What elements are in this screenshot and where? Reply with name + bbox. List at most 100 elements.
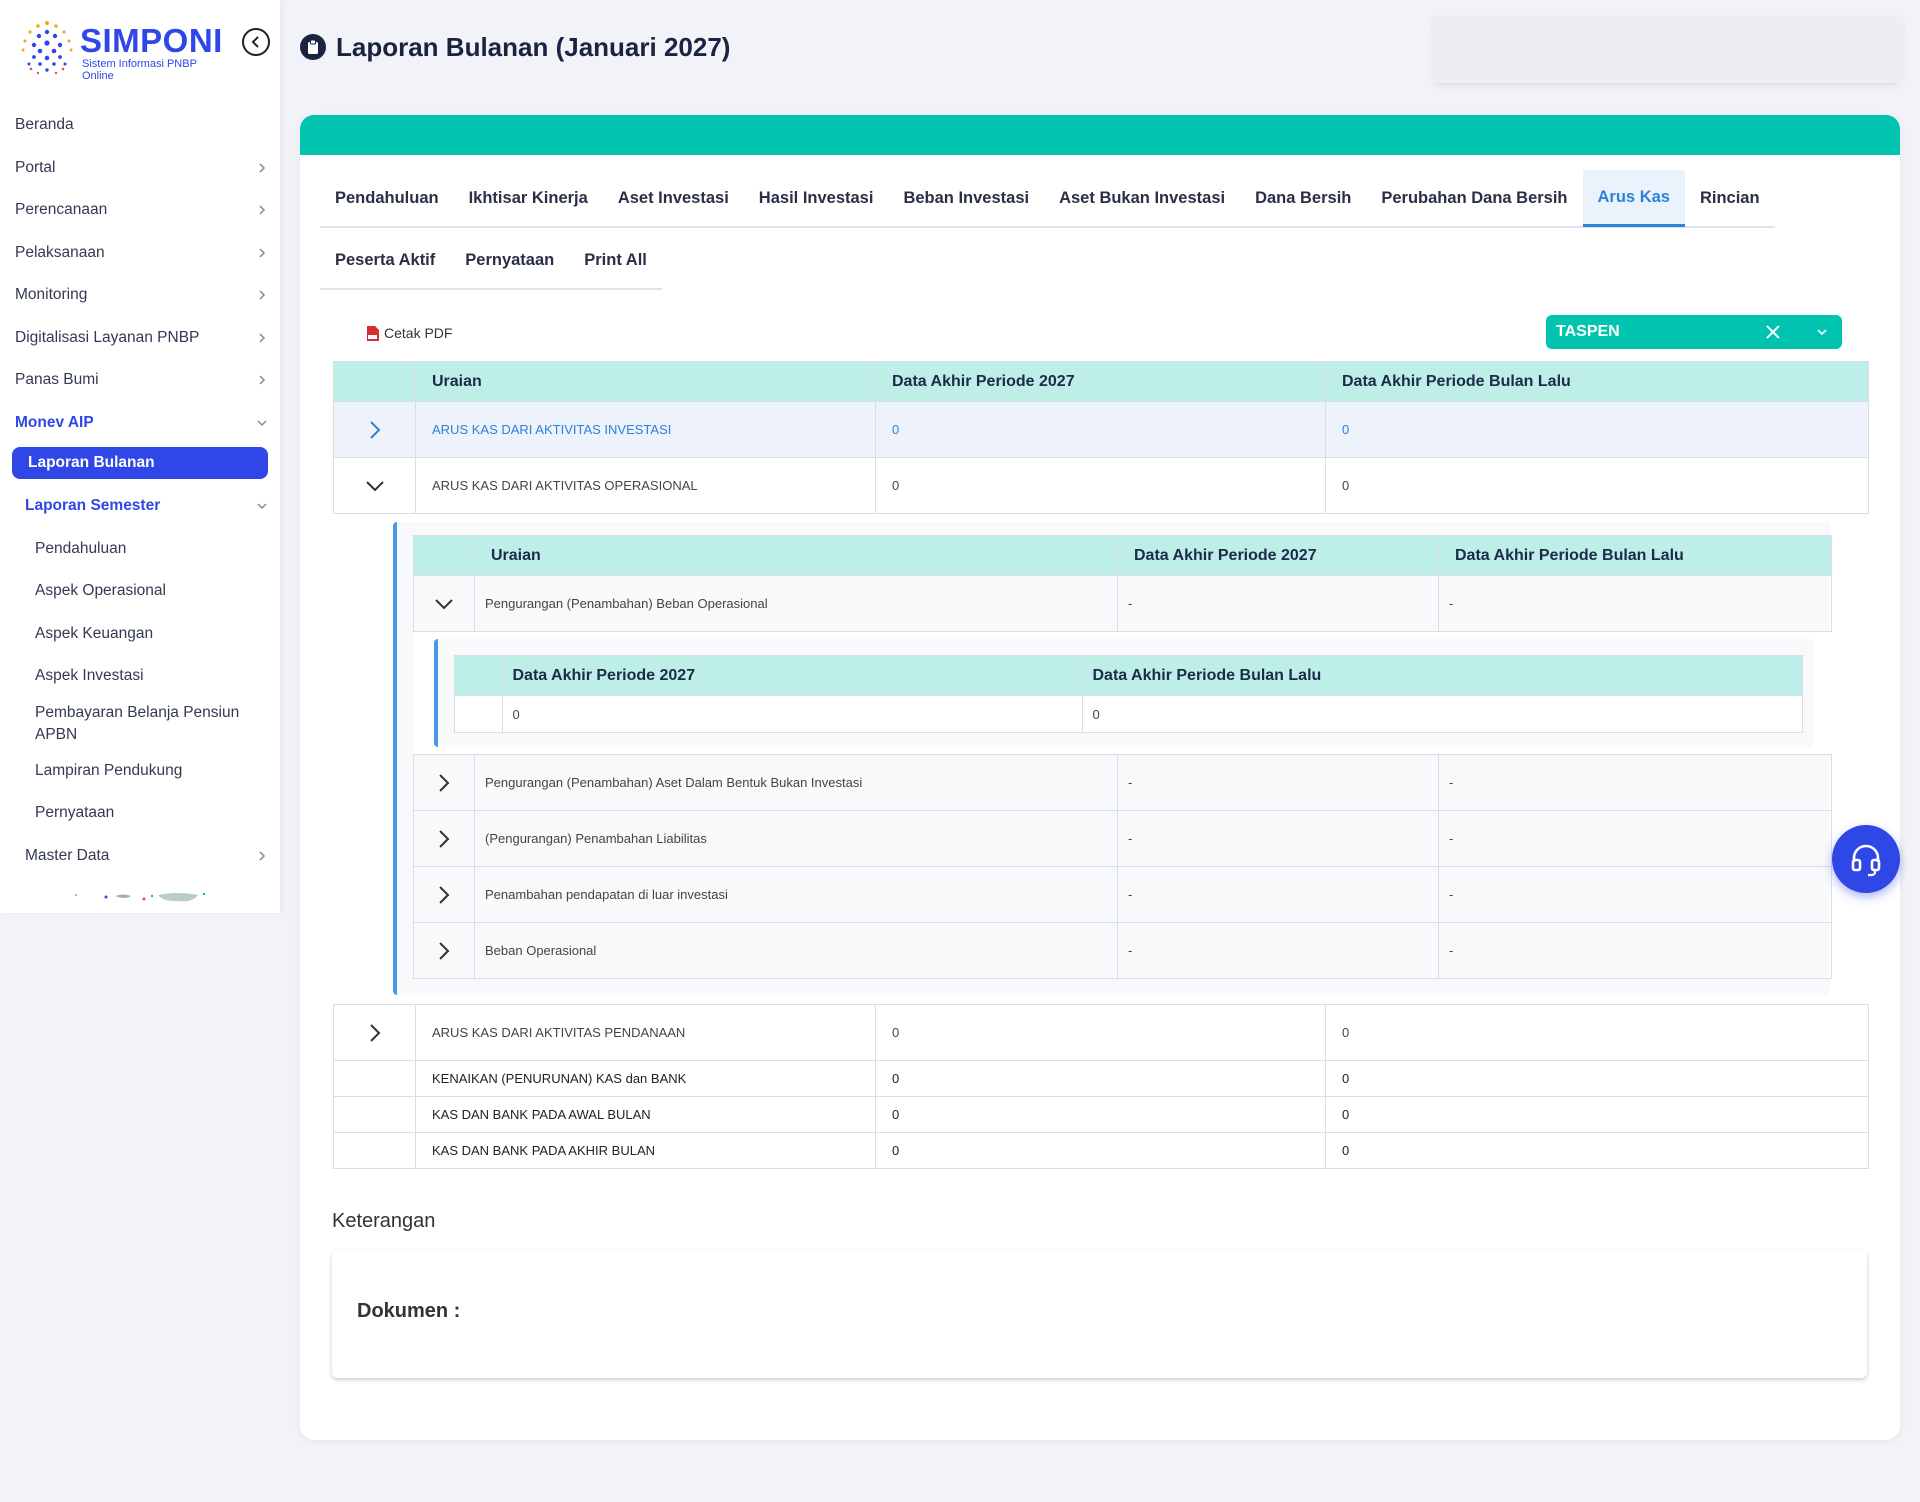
brand-subtitle: Sistem Informasi PNBP Online: [82, 58, 197, 82]
chevron-right-icon: [369, 1023, 380, 1042]
page-title: Laporan Bulanan (Januari 2027): [336, 31, 731, 62]
table-cell-previous: 0: [1325, 401, 1869, 458]
sidebar-item-aspek-investasi[interactable]: Aspek Investasi: [0, 655, 280, 698]
clear-icon[interactable]: [1764, 323, 1782, 341]
table-row: KAS DAN BANK PADA AWAL BULAN 0 0: [333, 1096, 1869, 1133]
user-profile-box[interactable]: [1430, 15, 1905, 83]
table-header-previous: Data Akhir Periode Bulan Lalu: [1325, 361, 1869, 402]
tab-arus-kas[interactable]: Arus Kas: [1582, 170, 1685, 227]
tab-hasil-investasi[interactable]: Hasil Investasi: [744, 170, 889, 226]
expand-toggle[interactable]: [333, 1004, 416, 1061]
table-cell-uraian[interactable]: Pengurangan (Penambahan) Beban Operasion…: [474, 575, 1118, 632]
tab-peserta-aktif[interactable]: Peserta Aktif: [320, 232, 450, 288]
sidebar-item-lampiran-pendukung[interactable]: Lampiran Pendukung: [0, 750, 280, 793]
inner-header-blank: [453, 655, 503, 696]
table-cell-uraian[interactable]: ARUS KAS DARI AKTIVITAS INVESTASI: [415, 401, 876, 458]
table-row: ARUS KAS DARI AKTIVITAS INVESTASI 0 0: [333, 401, 1869, 458]
sidebar-item-perencanaan[interactable]: Perencanaan: [0, 189, 280, 232]
table-cell-uraian: KAS DAN BANK PADA AKHIR BULAN: [415, 1132, 876, 1169]
tab-beban-investasi[interactable]: Beban Investasi: [888, 170, 1044, 226]
simponi-logo[interactable]: SIMPONI Sistem Informasi PNBP Online: [18, 18, 228, 82]
chevron-right-icon: [259, 163, 266, 173]
sidebar-item-label: Monev AIP: [15, 413, 94, 431]
arus-kas-table-continued: ARUS KAS DARI AKTIVITAS PENDANAAN 0 0 KE…: [333, 1004, 1869, 1169]
table-cell-uraian[interactable]: ARUS KAS DARI AKTIVITAS PENDANAAN: [415, 1004, 876, 1061]
nested-table: Uraian Data Akhir Periode 2027 Data Akhi…: [413, 535, 1832, 979]
inner-detail-row: Data Akhir Periode 2027 Data Akhir Perio…: [413, 631, 1832, 755]
table-cell-previous: 0: [1325, 1132, 1869, 1169]
tab-aset-bukan-investasi[interactable]: Aset Bukan Investasi: [1044, 170, 1240, 226]
tab-print-all[interactable]: Print All: [569, 232, 662, 288]
nested-header-current: Data Akhir Periode 2027: [1117, 535, 1439, 576]
dokumen-label: Dokumen :: [357, 1300, 461, 1322]
table-cell-uraian[interactable]: (Pengurangan) Penambahan Liabilitas: [474, 810, 1118, 867]
expand-toggle[interactable]: [413, 922, 475, 979]
cetak-pdf-button[interactable]: Cetak PDF: [366, 325, 452, 341]
nested-header-previous: Data Akhir Periode Bulan Lalu: [1438, 535, 1832, 576]
headset-icon: [1851, 844, 1881, 877]
sidebar-item-label: Aspek Keuangan: [35, 624, 154, 642]
inner-detail-panel: Data Akhir Periode 2027 Data Akhir Perio…: [433, 639, 1814, 747]
sidebar-item-aspek-operasional[interactable]: Aspek Operasional: [0, 570, 280, 613]
table-cell-current: -: [1117, 866, 1439, 923]
tab-pendahuluan[interactable]: Pendahuluan: [320, 170, 454, 226]
tab-bar-row1: Pendahuluan Ikhtisar Kinerja Aset Invest…: [320, 170, 1775, 228]
main-card: Pendahuluan Ikhtisar Kinerja Aset Invest…: [300, 115, 1900, 1440]
tab-aset-investasi[interactable]: Aset Investasi: [603, 170, 744, 226]
table-cell-current: -: [1117, 575, 1439, 632]
sidebar-item-label: Pernyataan: [35, 804, 115, 822]
table-cell-current: 0: [875, 1096, 1326, 1133]
sidebar-collapse-button[interactable]: [242, 28, 270, 56]
table-cell-uraian[interactable]: Pengurangan (Penambahan) Aset Dalam Bent…: [474, 754, 1118, 811]
keterangan-box: Dokumen :: [332, 1250, 1867, 1378]
expand-toggle[interactable]: [413, 754, 475, 811]
tab-perubahan-dana-bersih[interactable]: Perubahan Dana Bersih: [1366, 170, 1582, 226]
keterangan-title: Keterangan: [332, 1210, 436, 1232]
sidebar-item-monitoring[interactable]: Monitoring: [0, 274, 280, 317]
table-cell-previous: -: [1438, 922, 1832, 979]
chevron-down-icon: [365, 481, 384, 492]
table-cell-blank: [333, 1060, 416, 1097]
sidebar-item-aspek-keuangan[interactable]: Aspek Keuangan: [0, 613, 280, 656]
sidebar-item-label: Pembayaran Belanja Pensiun APBN: [35, 703, 240, 743]
table-cell-previous: 0: [1325, 1060, 1869, 1097]
sidebar-item-beranda[interactable]: Beranda: [0, 104, 280, 147]
tab-ikhtisar-kinerja[interactable]: Ikhtisar Kinerja: [454, 170, 603, 226]
tab-dana-bersih[interactable]: Dana Bersih: [1240, 170, 1366, 226]
table-cell-previous: 0: [1325, 457, 1869, 514]
table-cell-uraian[interactable]: ARUS KAS DARI AKTIVITAS OPERASIONAL: [415, 457, 876, 514]
table-row: Beban Operasional - -: [413, 922, 1832, 979]
sidebar-item-pelaksanaan[interactable]: Pelaksanaan: [0, 232, 280, 275]
expand-toggle[interactable]: [413, 810, 475, 867]
sidebar-item-label: Digitalisasi Layanan PNBP: [15, 328, 200, 346]
collapse-toggle[interactable]: [333, 457, 416, 514]
chevron-right-icon: [439, 829, 450, 848]
sidebar-item-digitalisasi[interactable]: Digitalisasi Layanan PNBP: [0, 317, 280, 360]
chevron-down-icon: [257, 420, 267, 426]
expand-toggle[interactable]: [413, 866, 475, 923]
table-cell-previous: -: [1438, 810, 1832, 867]
table-cell-uraian[interactable]: Penambahan pendapatan di luar investasi: [474, 866, 1118, 923]
tab-rincian[interactable]: Rincian: [1685, 170, 1775, 226]
sidebar-item-laporan-semester[interactable]: Laporan Semester: [0, 485, 280, 528]
pdf-icon: [367, 325, 379, 341]
expand-toggle[interactable]: [333, 401, 416, 458]
collapse-toggle[interactable]: [413, 575, 475, 632]
sidebar-item-laporan-bulanan[interactable]: Laporan Bulanan: [12, 447, 268, 479]
sidebar-item-label: Laporan Bulanan: [28, 454, 155, 471]
sidebar-item-label: Pelaksanaan: [15, 243, 105, 261]
entity-select[interactable]: TASPEN: [1546, 315, 1842, 349]
sidebar-item-portal[interactable]: Portal: [0, 147, 280, 190]
page-header: Laporan Bulanan (Januari 2027): [300, 30, 730, 64]
help-support-button[interactable]: [1832, 825, 1900, 893]
sidebar-item-pernyataan[interactable]: Pernyataan: [0, 792, 280, 835]
tab-pernyataan[interactable]: Pernyataan: [450, 232, 569, 288]
inner-table: Data Akhir Periode 2027 Data Akhir Perio…: [453, 655, 1803, 733]
sidebar-item-monev-aip[interactable]: Monev AIP: [0, 402, 280, 445]
table-cell-current: -: [1117, 810, 1439, 867]
sidebar-item-pembayaran-belanja-pensiun[interactable]: Pembayaran Belanja Pensiun APBN: [0, 698, 280, 750]
sidebar-item-pendahuluan[interactable]: Pendahuluan: [0, 528, 280, 571]
sidebar-item-master-data[interactable]: Master Data: [0, 835, 280, 878]
table-cell-uraian[interactable]: Beban Operasional: [474, 922, 1118, 979]
sidebar-item-panas-bumi[interactable]: Panas Bumi: [0, 359, 280, 402]
